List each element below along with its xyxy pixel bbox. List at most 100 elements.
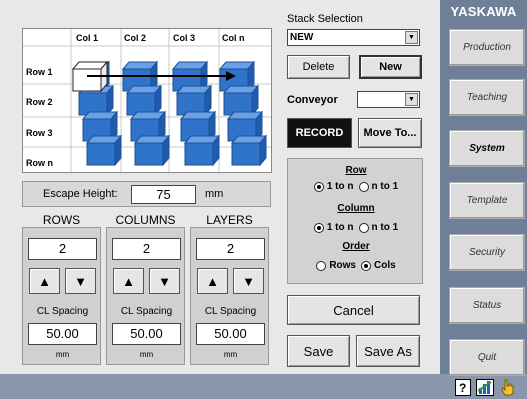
sidebar-item-system[interactable]: System bbox=[449, 130, 525, 167]
column-direction-options: 1 to n n to 1 bbox=[288, 222, 424, 233]
stack-selection-value: NEW bbox=[290, 32, 314, 43]
rows-increment-button[interactable]: ▲ bbox=[29, 268, 60, 294]
conveyor-dropdown[interactable]: ▼ bbox=[357, 91, 420, 108]
order-rows-radio[interactable]: Rows bbox=[316, 260, 356, 271]
layers-panel: 2 ▲ ▼ CL Spacing 50.00 mm bbox=[190, 227, 269, 365]
columns-count-field[interactable]: 2 bbox=[112, 238, 181, 260]
stack-grid-svg bbox=[23, 29, 271, 172]
sidebar-item-quit[interactable]: Quit bbox=[449, 339, 525, 376]
stack-box bbox=[230, 134, 268, 167]
columns-increment-button[interactable]: ▲ bbox=[113, 268, 144, 294]
radio-selected-icon bbox=[313, 222, 324, 233]
stack-selection-label: Stack Selection bbox=[287, 13, 363, 25]
up-triangle-icon: ▲ bbox=[38, 273, 51, 289]
order-heading: Order bbox=[342, 241, 370, 252]
layers-cl-spacing-label: CL Spacing bbox=[204, 306, 257, 317]
col-1-to-n-radio[interactable]: 1 to n bbox=[313, 222, 354, 233]
layers-decrement-button[interactable]: ▼ bbox=[233, 268, 264, 294]
layers-header: LAYERS bbox=[206, 213, 253, 227]
radio-empty-icon bbox=[358, 181, 369, 192]
rows-cl-spacing-label: CL Spacing bbox=[36, 306, 89, 317]
down-triangle-icon: ▼ bbox=[242, 273, 255, 289]
rows-panel: 2 ▲ ▼ CL Spacing 50.00 mm bbox=[22, 227, 101, 365]
row-label: Row 1 bbox=[26, 67, 53, 77]
chart-icon[interactable] bbox=[476, 379, 494, 397]
column-label: Col 2 bbox=[124, 33, 147, 43]
down-triangle-icon: ▼ bbox=[74, 273, 87, 289]
status-bar bbox=[0, 374, 527, 399]
columns-panel: 2 ▲ ▼ CL Spacing 50.00 mm bbox=[106, 227, 185, 365]
order-cols-radio[interactable]: Cols bbox=[361, 260, 396, 271]
order-cols-label: Cols bbox=[374, 260, 396, 271]
brand-logo: YASKAWA bbox=[450, 4, 517, 19]
save-as-button[interactable]: Save As bbox=[356, 335, 420, 367]
escape-height-panel: Escape Height: 75 mm bbox=[22, 181, 271, 207]
order-rows-label: Rows bbox=[329, 260, 356, 271]
row-label: Row 3 bbox=[26, 128, 53, 138]
layers-increment-button[interactable]: ▲ bbox=[197, 268, 228, 294]
radio-empty-icon bbox=[316, 260, 327, 271]
columns-decrement-button[interactable]: ▼ bbox=[149, 268, 180, 294]
columns-cl-spacing-field[interactable]: 50.00 bbox=[112, 323, 181, 345]
up-triangle-icon: ▲ bbox=[206, 273, 219, 289]
radio-selected-icon bbox=[361, 260, 371, 271]
stack-box bbox=[222, 84, 260, 117]
row-label: Row 2 bbox=[26, 97, 53, 107]
sidebar-item-security[interactable]: Security bbox=[449, 234, 525, 271]
columns-header: COLUMNS bbox=[115, 213, 176, 227]
save-button[interactable]: Save bbox=[287, 335, 350, 367]
column-label: Col 3 bbox=[173, 33, 196, 43]
stack-box bbox=[125, 84, 163, 117]
radio-empty-icon bbox=[358, 222, 369, 233]
stack-box bbox=[175, 84, 213, 117]
escape-height-input[interactable]: 75 bbox=[131, 185, 196, 204]
record-button[interactable]: RECORD bbox=[287, 118, 352, 148]
conveyor-label: Conveyor bbox=[287, 94, 338, 106]
order-panel: Row 1 to n n to 1 Column 1 to n n to 1 O… bbox=[287, 158, 423, 284]
rows-header: ROWS bbox=[42, 213, 81, 227]
escape-height-label: Escape Height: bbox=[43, 188, 118, 200]
escape-height-unit: mm bbox=[205, 188, 224, 200]
sidebar-item-template[interactable]: Template bbox=[449, 182, 525, 219]
cancel-button[interactable]: Cancel bbox=[287, 295, 420, 325]
row-n-to-1-radio[interactable]: n to 1 bbox=[358, 181, 399, 192]
stack-box bbox=[85, 134, 123, 167]
rows-decrement-button[interactable]: ▼ bbox=[65, 268, 96, 294]
stack-box bbox=[183, 134, 221, 167]
columns-cl-spacing-label: CL Spacing bbox=[120, 306, 173, 317]
stack-selection-dropdown[interactable]: NEW ▼ bbox=[287, 29, 420, 46]
hand-pointer-icon[interactable] bbox=[499, 378, 515, 396]
col-1-to-n-label: 1 to n bbox=[326, 222, 354, 233]
row-n-to-1-label: n to 1 bbox=[371, 181, 399, 192]
rows-cl-spacing-field[interactable]: 50.00 bbox=[28, 323, 97, 345]
layers-unit-label: mm bbox=[223, 350, 238, 359]
chevron-down-icon[interactable]: ▼ bbox=[405, 31, 418, 44]
rows-unit-label: mm bbox=[55, 350, 70, 359]
columns-unit-label: mm bbox=[139, 350, 154, 359]
stack-diagram: Col 1 Col 2 Col 3 Col n Row 1 Row 2 Row … bbox=[22, 28, 272, 173]
row-label: Row n bbox=[26, 158, 53, 168]
svg-text:?: ? bbox=[459, 381, 466, 395]
radio-selected-icon bbox=[313, 181, 324, 192]
move-to-button[interactable]: Move To... bbox=[358, 118, 422, 148]
new-button[interactable]: New bbox=[359, 55, 422, 79]
chevron-down-icon[interactable]: ▼ bbox=[405, 93, 418, 106]
row-direction-options: 1 to n n to 1 bbox=[288, 181, 424, 192]
column-direction-heading: Column bbox=[337, 203, 375, 214]
col-n-to-1-radio[interactable]: n to 1 bbox=[358, 222, 398, 233]
up-triangle-icon: ▲ bbox=[122, 273, 135, 289]
layers-cl-spacing-field[interactable]: 50.00 bbox=[196, 323, 265, 345]
layers-count-field[interactable]: 2 bbox=[196, 238, 265, 260]
row-1-to-n-radio[interactable]: 1 to n bbox=[313, 181, 354, 192]
rows-count-field[interactable]: 2 bbox=[28, 238, 97, 260]
stack-box bbox=[133, 134, 171, 167]
sidebar-item-status[interactable]: Status bbox=[449, 287, 525, 324]
sidebar-item-teaching[interactable]: Teaching bbox=[449, 79, 525, 116]
column-label: Col 1 bbox=[76, 33, 99, 43]
row-direction-heading: Row bbox=[345, 165, 367, 176]
delete-button[interactable]: Delete bbox=[287, 55, 350, 79]
row-1-to-n-label: 1 to n bbox=[326, 181, 354, 192]
sidebar-item-production[interactable]: Production bbox=[449, 29, 525, 66]
order-options: Rows Cols bbox=[288, 260, 424, 271]
help-icon[interactable]: ? bbox=[455, 379, 471, 397]
